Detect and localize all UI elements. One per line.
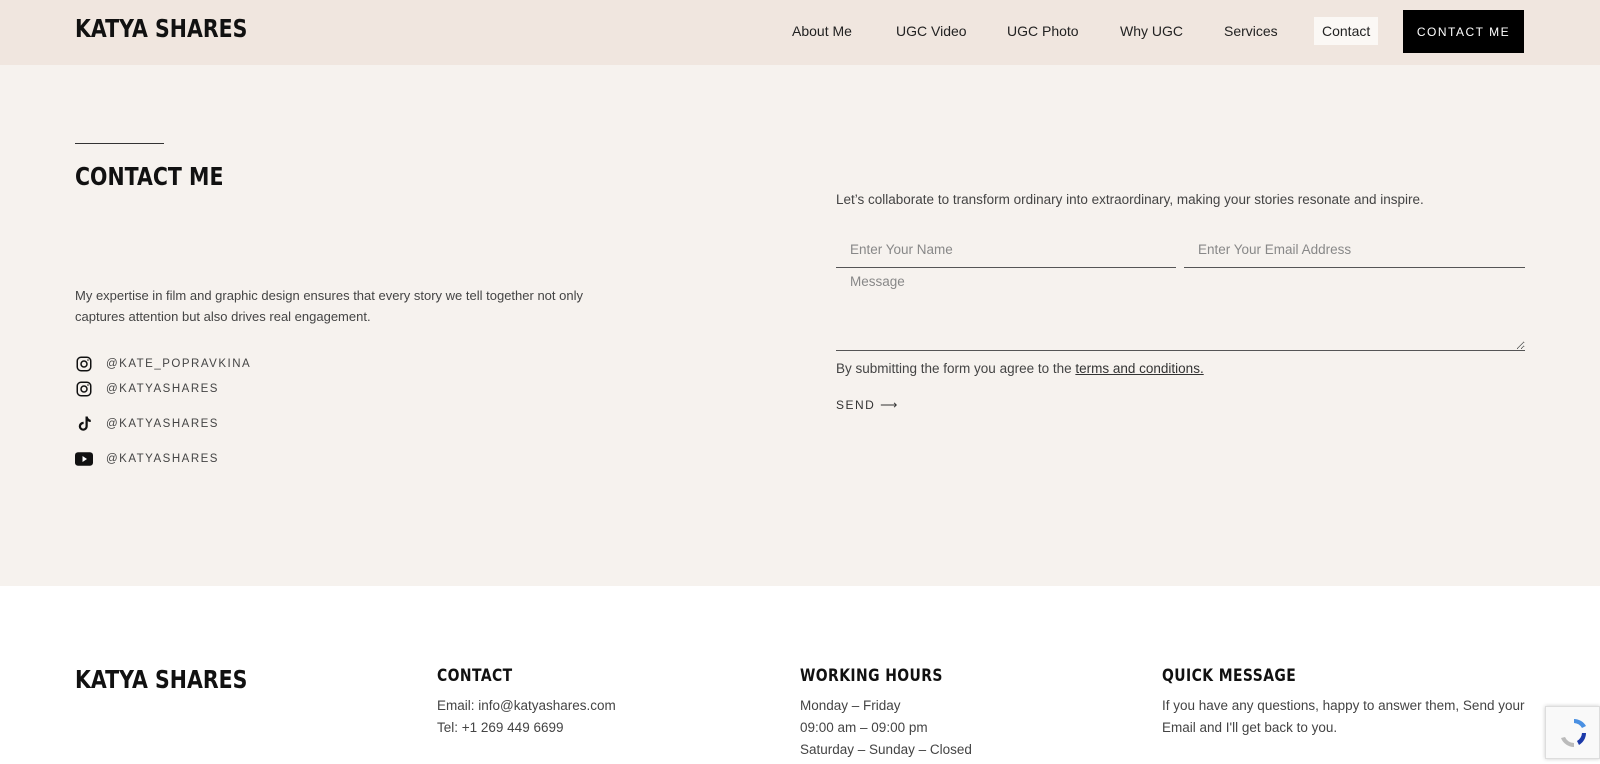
nav-contact[interactable]: Contact (1314, 17, 1379, 45)
instagram-icon (75, 355, 93, 373)
instagram-icon (75, 380, 93, 398)
social-handle: @KATE_POPRAVKINA (106, 358, 252, 370)
terms-notice: By submitting the form you agree to the … (836, 361, 1204, 376)
footer-contact-heading: CONTACT (437, 666, 513, 686)
footer-hours-line: Saturday – Sunday – Closed (800, 742, 972, 757)
message-textarea[interactable] (836, 266, 1525, 351)
recaptcha-badge[interactable] (1545, 706, 1600, 759)
contact-me-button[interactable]: CONTACT ME (1403, 10, 1524, 53)
footer-quick-text: If you have any questions, happy to answ… (1162, 698, 1525, 713)
footer-tel[interactable]: Tel: +1 269 449 6699 (437, 717, 563, 739)
footer-email[interactable]: Email: info@katyashares.com (437, 695, 616, 717)
site-logo[interactable]: KATYA SHARES (75, 14, 247, 43)
contact-intro: My expertise in film and graphic design … (75, 288, 583, 324)
footer-quick-heading: QUICK MESSAGE (1162, 666, 1297, 686)
footer-logo[interactable]: KATYA SHARES (75, 665, 247, 694)
site-footer: KATYA SHARES CONTACT Email: info@katyash… (0, 586, 1600, 764)
youtube-icon (75, 450, 93, 468)
section-divider (75, 143, 164, 144)
site-header: KATYA SHARES About Me UGC Video UGC Phot… (0, 0, 1600, 65)
nav-about-me[interactable]: About Me (792, 17, 852, 45)
nav-why-ugc[interactable]: Why UGC (1120, 17, 1183, 45)
recaptcha-icon (1561, 719, 1586, 747)
nav-services[interactable]: Services (1224, 17, 1278, 45)
tiktok-icon (75, 415, 93, 433)
social-handle: @KATYASHARES (106, 383, 219, 395)
name-input[interactable] (836, 232, 1176, 268)
social-handle: @KATYASHARES (106, 418, 219, 430)
terms-link[interactable]: terms and conditions. (1075, 361, 1203, 376)
terms-prefix: By submitting the form you agree to the (836, 361, 1076, 376)
nav-ugc-photo[interactable]: UGC Photo (1007, 17, 1079, 45)
email-input[interactable] (1184, 232, 1525, 268)
contact-section: CONTACT ME My expertise in film and grap… (0, 65, 1600, 586)
footer-hours-line: 09:00 am – 09:00 pm (800, 720, 928, 735)
social-youtube[interactable]: @KATYASHARES (75, 450, 219, 468)
social-instagram-kate[interactable]: @KATE_POPRAVKINA (75, 355, 251, 373)
footer-quick-text: Email and I'll get back to you. (1162, 720, 1338, 735)
contact-lead-text: Let’s collaborate to transform ordinary … (836, 192, 1424, 207)
send-button[interactable]: SEND ⟶ (836, 398, 899, 412)
social-instagram-katyashares[interactable]: @KATYASHARES (75, 380, 219, 398)
contact-title: CONTACT ME (75, 162, 224, 191)
footer-hours-line: Monday – Friday (800, 698, 901, 713)
social-handle: @KATYASHARES (106, 453, 219, 465)
footer-hours-heading: WORKING HOURS (800, 666, 943, 686)
social-tiktok[interactable]: @KATYASHARES (75, 415, 219, 433)
nav-ugc-video[interactable]: UGC Video (896, 17, 967, 45)
